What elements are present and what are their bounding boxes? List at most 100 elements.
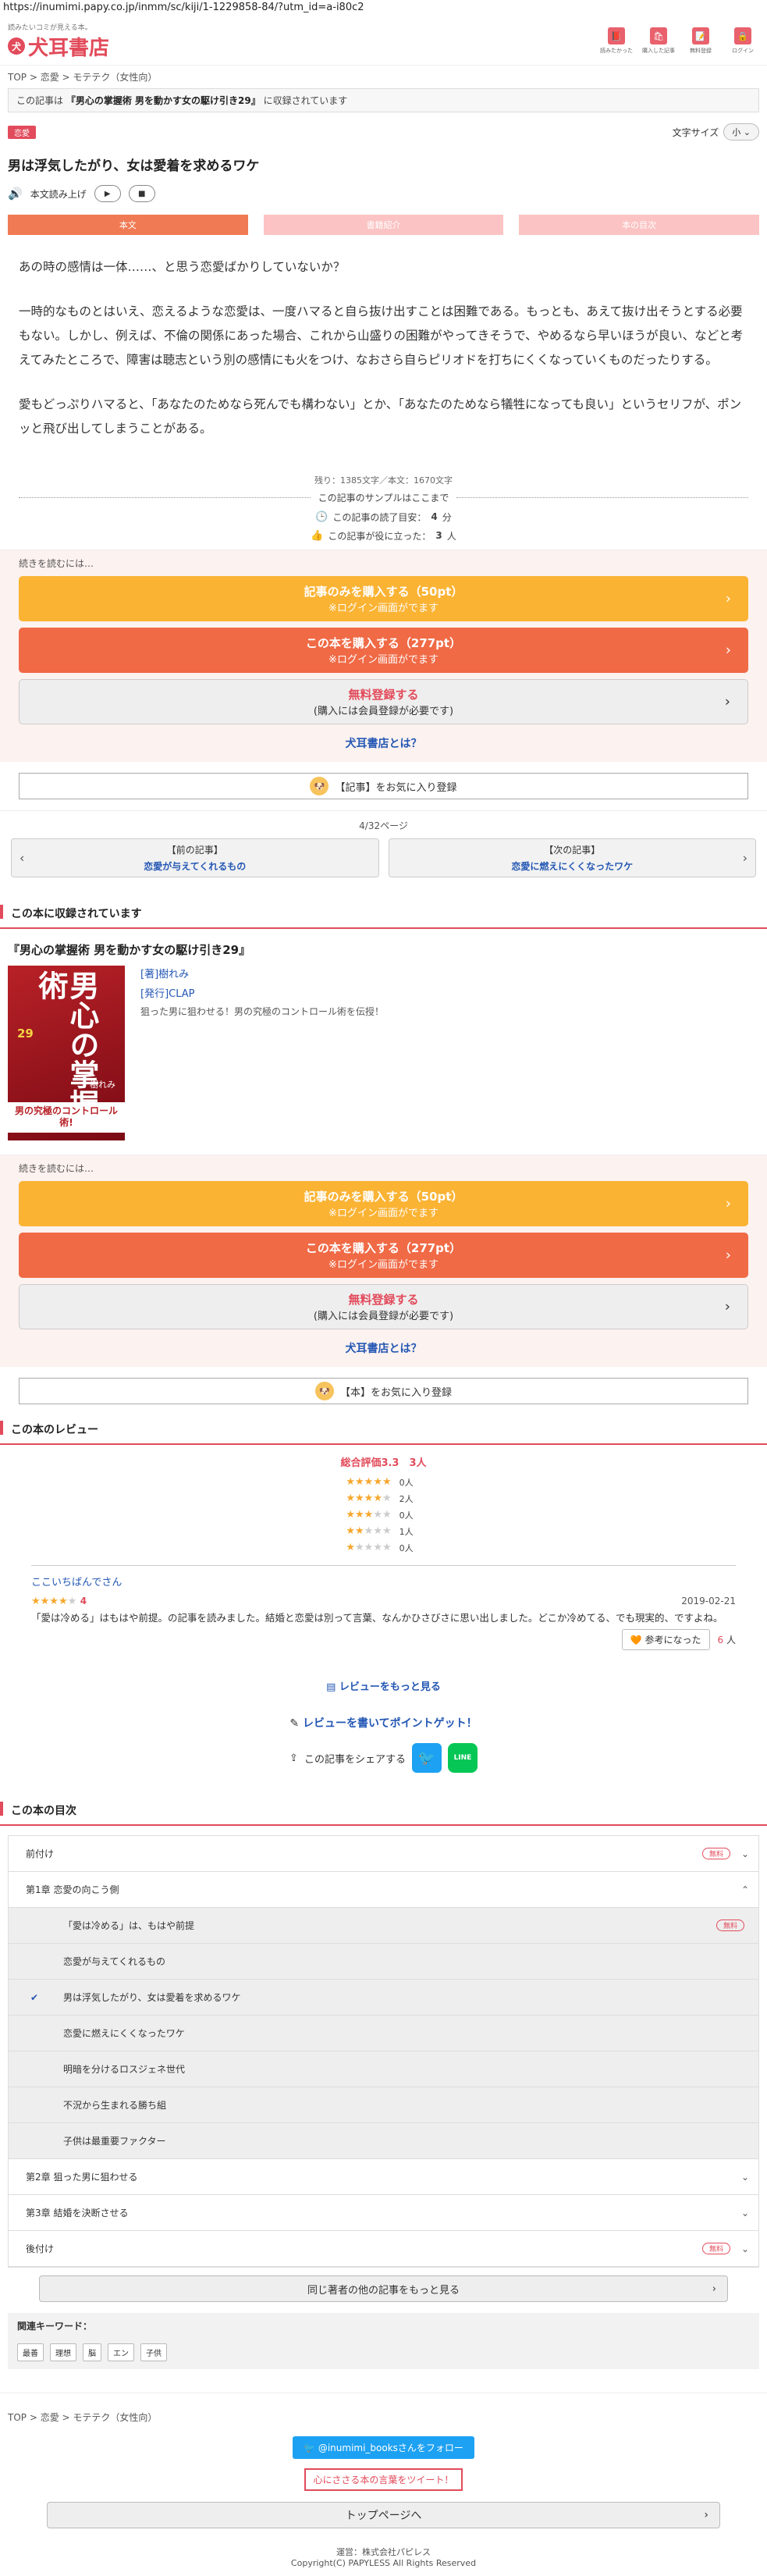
- tab-toc[interactable]: 本の目次: [519, 215, 760, 235]
- star-distribution-row: ★★★★★ 2人: [0, 1490, 767, 1507]
- register-button[interactable]: 無料登録する (購入には会員登録が必要です) ›: [19, 679, 748, 724]
- toc-chapter-item[interactable]: 第3章 結婚を決断させる ⌄: [9, 2195, 758, 2231]
- read-time-label: この記事の読了目安：: [332, 511, 427, 523]
- category-row: 恋愛 文字サイズ 小 ⌄: [0, 112, 767, 141]
- register-label: 無料登録する: [348, 1293, 419, 1307]
- review-stars: ★★★★★: [31, 1596, 77, 1607]
- more-author-button[interactable]: 同じ著者の他の記事をもっと見る ›: [39, 2275, 728, 2302]
- star-icons: ★★★★★: [346, 1509, 392, 1521]
- tts-stop-button[interactable]: ■: [128, 185, 155, 202]
- top-page-button[interactable]: トップページへ ›: [47, 2502, 720, 2528]
- breadcrumb: TOP > 恋愛 > モテテク（女性向）: [8, 72, 158, 83]
- toc-chapter-item[interactable]: 第1章 恋愛の向こう側 ⌃: [9, 1872, 758, 1908]
- book-cover[interactable]: 男心の掌握術 29 樹れみ 男の究極のコントロール術!: [8, 966, 125, 1140]
- buy-book-button[interactable]: この本を購入する（277pt） ※ログイン画面がでます ›: [19, 1233, 748, 1278]
- url-bar[interactable]: https://inumimi.papy.co.jp/inmm/sc/kiji/…: [0, 0, 767, 17]
- toc-article-item[interactable]: 恋愛が与えてくれるもの: [9, 1944, 758, 1980]
- what-is-inumimi-link[interactable]: 犬耳書店とは？: [19, 1336, 748, 1356]
- free-badge: 無料: [716, 1920, 744, 1931]
- twitter-share-button[interactable]: 🐦: [411, 1743, 442, 1773]
- twitter-follow-button[interactable]: 🐦 @inumimi_booksさんをフォロー: [293, 2436, 474, 2459]
- buy-article-label: 記事のみを購入する（50pt）: [304, 1190, 463, 1204]
- tts-play-button[interactable]: ▶: [94, 185, 121, 202]
- toc-article-item[interactable]: 不況から生まれる勝ち組: [9, 2087, 758, 2123]
- purchased-icon: 🛍: [650, 27, 667, 44]
- reviewer-name[interactable]: ここいちばんでさん: [31, 1577, 122, 1589]
- toc-chapter-item[interactable]: 後付け 無料 ⌄: [9, 2231, 758, 2267]
- keyword-tag[interactable]: 脳: [83, 2343, 101, 2361]
- list-icon: ▤: [326, 1681, 336, 1693]
- breadcrumb-category[interactable]: 恋愛: [41, 72, 59, 83]
- helpful-count: 6 人: [718, 1633, 736, 1646]
- line-share-button[interactable]: LINE: [447, 1743, 478, 1773]
- chevron-left-icon: ‹: [20, 850, 25, 866]
- toc-article-item[interactable]: 明暗を分けるロスジェネ世代: [9, 2051, 758, 2087]
- toc-article-item[interactable]: 「愛は冷める」は、もはや前提 無料: [9, 1908, 758, 1944]
- buy-article-button[interactable]: 記事のみを購入する（50pt） ※ログイン画面がでます ›: [19, 576, 748, 621]
- star-distribution: ★★★★★ 0人 ★★★★★ 2人 ★★★★★ 0人 ★★★★★ 1人 ★★★★★ 0人: [0, 1474, 767, 1556]
- book-title[interactable]: 『男心の掌握術 男を動かす女の駆け引き29』: [0, 929, 767, 966]
- write-review-link[interactable]: ✎ レビューを書いてポイントゲット！: [0, 1693, 767, 1738]
- toc-article-item[interactable]: 恋愛に燃えにくくなったワケ: [9, 2016, 758, 2051]
- book-description: 狙った男に狙わせる！男の究極のコントロール術を伝授！: [140, 1006, 385, 1017]
- breadcrumb-category[interactable]: 恋愛: [41, 2412, 59, 2423]
- keyword-tag[interactable]: 最善: [17, 2343, 44, 2361]
- register-button[interactable]: 無料登録する (購入には会員登録が必要です) ›: [19, 1284, 748, 1329]
- buy-book-label: この本を購入する（277pt）: [305, 1241, 462, 1255]
- keyword-tag[interactable]: 理想: [50, 2343, 76, 2361]
- register-label: 無料登録する: [348, 688, 419, 702]
- top-page-label: トップページへ: [345, 2510, 422, 2522]
- star-distribution-row: ★★★★★ 1人: [0, 1523, 767, 1539]
- register-note: (購入には会員登録が必要です): [313, 706, 454, 717]
- prev-label: 【前の記事】: [166, 845, 223, 856]
- buy-article-button[interactable]: 記事のみを購入する（50pt） ※ログイン画面がでます ›: [19, 1181, 748, 1226]
- buy-book-note: ※ログイン画面がでます: [328, 1259, 439, 1271]
- cover-number: 29: [17, 1026, 34, 1041]
- footer-copyright: Copyright(C) PAPYLESS All Rights Reserve…: [290, 2558, 477, 2569]
- tab-book-intro[interactable]: 書籍紹介: [263, 215, 504, 235]
- header-bookmark-button[interactable]: 📕 読みたかった: [600, 27, 633, 55]
- what-is-inumimi-link[interactable]: 犬耳書店とは？: [19, 731, 748, 751]
- review-date: 2019-02-21: [681, 1596, 736, 1606]
- star-count: 0人: [399, 1542, 414, 1553]
- toc-article-item[interactable]: 子供は最重要ファクター: [9, 2123, 758, 2159]
- book-author-link[interactable]: [著]樹れみ: [140, 966, 384, 980]
- buy-book-button[interactable]: この本を購入する（277pt） ※ログイン画面がでます ›: [19, 628, 748, 673]
- read-time: 🕒 この記事の読了目安： 4 分: [0, 507, 767, 526]
- star-count: 0人: [399, 1510, 414, 1521]
- font-size-select[interactable]: 小 ⌄: [723, 123, 759, 141]
- pencil-icon: ✎: [289, 1717, 300, 1730]
- category-badge: 恋愛: [8, 125, 36, 139]
- tweet-book-button[interactable]: 心にささる本の言葉をツイート！: [304, 2468, 463, 2491]
- logo[interactable]: 読みたいコミが見える本。 犬犬耳書店: [8, 22, 109, 61]
- next-article-button[interactable]: › 【次の記事】 恋愛に燃えにくくなったワケ: [388, 838, 756, 877]
- collected-book-title[interactable]: 『男心の掌握術 男を動かす女の駆け引き29』: [66, 95, 261, 106]
- tab-body[interactable]: 本文: [8, 215, 248, 235]
- breadcrumb-subcategory[interactable]: モテテク（女性向）: [73, 2412, 157, 2423]
- book-publisher-link[interactable]: [発行]CLAP: [140, 985, 384, 1000]
- breadcrumb-top[interactable]: TOP: [8, 2412, 27, 2423]
- toc-article-item[interactable]: ✔ 男は浮気したがり、女は愛着を求めるワケ: [9, 1980, 758, 2016]
- favorite-book-button[interactable]: 🐶 【本】をお気に入り登録: [19, 1378, 748, 1404]
- review-text: 「愛は冷める」はもはや前提。の記事を読みました。結婚と恋愛は別って言葉、なんかひ…: [31, 1612, 723, 1624]
- thumbs-up-icon: 👍: [311, 529, 324, 542]
- header-purchased-button[interactable]: 🛍 購入した記事: [642, 27, 675, 55]
- favorite-article-button[interactable]: 🐶 【記事】をお気に入り登録: [19, 773, 748, 799]
- chevron-down-icon: ⌄: [740, 2243, 749, 2254]
- star-count: 1人: [399, 1526, 414, 1537]
- breadcrumb-top[interactable]: TOP: [8, 72, 27, 83]
- header-login-button[interactable]: 🔒 ログイン: [726, 27, 759, 55]
- section-book-heading: この本に収録されています: [0, 899, 767, 929]
- more-reviews-link[interactable]: ▤ レビューをもっと見る: [0, 1656, 767, 1693]
- breadcrumb-subcategory[interactable]: モテテク（女性向）: [73, 72, 157, 83]
- toc-label: 子供は最重要ファクター: [63, 2136, 166, 2147]
- toc-chapter-item[interactable]: 前付け 無料 ⌄: [9, 1836, 758, 1872]
- star-icons: ★★★★★: [346, 1542, 392, 1553]
- toc-chapter-item[interactable]: 第2章 狙った男に狙わせる ⌄: [9, 2159, 758, 2195]
- helpful-button[interactable]: 🧡 参考になった: [621, 1629, 710, 1650]
- prev-article-button[interactable]: ‹ 【前の記事】 恋愛が与えてくれるもの: [11, 838, 379, 877]
- keyword-tag[interactable]: 子供: [140, 2343, 167, 2361]
- header-register-button[interactable]: 📝 無料登録: [684, 27, 717, 55]
- cover-band: 男の究極のコントロール術!: [8, 1101, 125, 1133]
- keyword-tag[interactable]: エン: [108, 2343, 134, 2361]
